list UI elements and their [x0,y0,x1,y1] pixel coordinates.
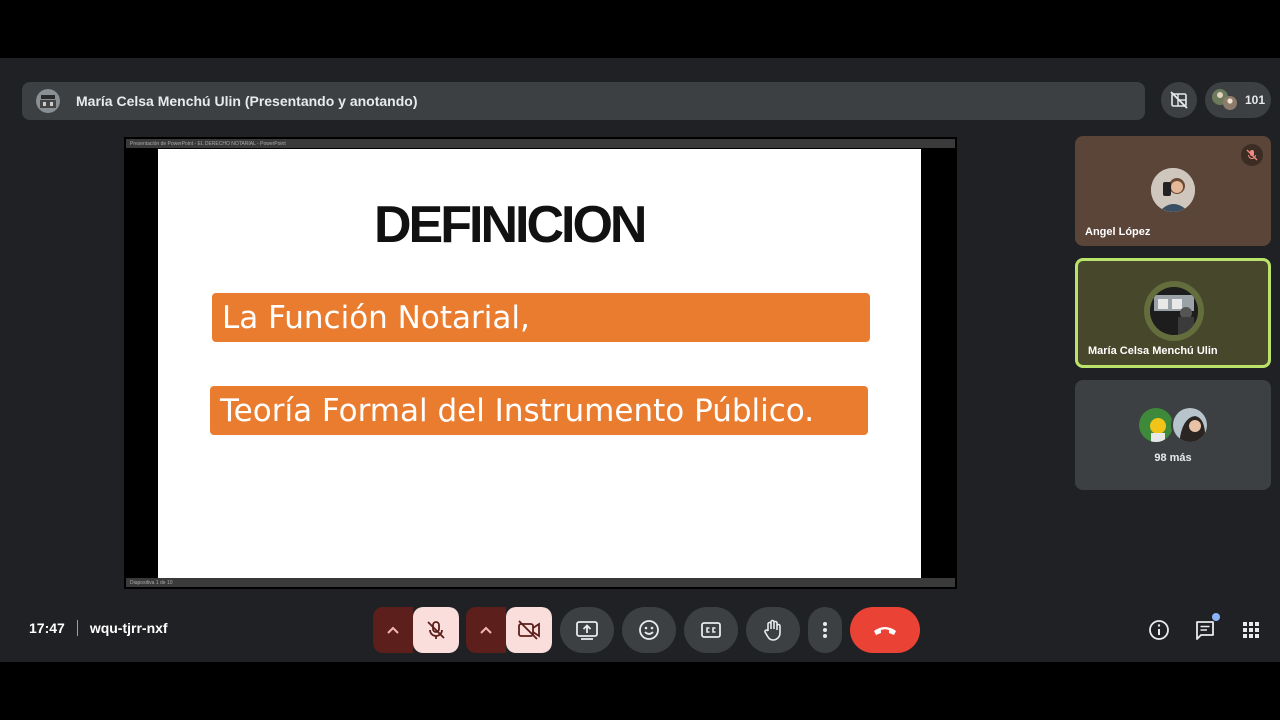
reactions-button[interactable] [622,607,676,653]
leave-call-button[interactable] [850,607,920,653]
slide-counter: Diapositiva 1 de 10 [130,579,173,586]
divider [76,620,78,636]
participant-count: 101 [1245,93,1266,107]
slide-item: La Función Notarial, [212,293,870,342]
meeting-info: 17:47 wqu-tjrr-nxf [29,620,168,636]
meeting-details-button[interactable] [1146,617,1172,643]
camera-toggle-button[interactable] [506,607,552,653]
mic-off-icon [427,621,445,639]
activities-button[interactable] [1238,617,1264,643]
meeting-code: wqu-tjrr-nxf [89,620,168,636]
more-participants-label: 98 más [1154,452,1192,464]
participant-avatar [1137,406,1175,444]
closed-captions-icon [701,622,721,638]
mic-control-group [373,607,459,653]
layout-off-icon [1170,91,1188,109]
emoji-icon [639,620,659,640]
slide-title: DEFINICION [374,196,647,254]
chevron-up-icon [480,626,492,634]
present-screen-button[interactable] [560,607,614,653]
video-options-button[interactable] [466,607,506,653]
more-participants-avatars [1137,406,1209,444]
raise-hand-button[interactable] [746,607,800,653]
participant-name: Angel López [1085,226,1151,238]
chat-notification-dot [1212,613,1220,621]
shared-window-statusbar: Diapositiva 1 de 10 [126,578,955,587]
chat-button[interactable] [1192,613,1220,643]
shared-window-title: Presentación de PowerPoint - EL DERECHO … [130,140,286,147]
call-end-icon [874,627,896,635]
meeting-stage: María Celsa Menchú Ulin (Presentando y a… [0,58,1280,662]
apps-grid-icon [1243,622,1259,638]
more-participants-tile[interactable]: 98 más [1075,380,1271,490]
raise-hand-icon [764,619,781,641]
participants-avatars-icon [1212,89,1237,110]
screen-share: Presentación de PowerPoint - EL DERECHO … [124,137,957,589]
participant-avatar [1171,406,1209,444]
layout-button[interactable] [1161,82,1197,118]
chat-icon [1196,621,1214,640]
participant-name: María Celsa Menchú Ulin [1088,345,1218,357]
chevron-up-icon [387,626,399,634]
present-screen-icon [576,621,598,640]
mic-toggle-button[interactable] [413,607,459,653]
info-icon [1149,620,1169,640]
participant-avatar [1150,287,1198,335]
participant-tile[interactable]: Angel López [1075,136,1271,246]
audio-options-button[interactable] [373,607,413,653]
participant-tile-active-speaker[interactable]: María Celsa Menchú Ulin [1075,258,1271,368]
presenter-banner: María Celsa Menchú Ulin (Presentando y a… [22,82,1145,120]
participant-avatar [1151,168,1195,212]
presenter-label: María Celsa Menchú Ulin (Presentando y a… [76,93,418,109]
meeting-time: 17:47 [29,620,65,636]
mic-off-icon [1241,144,1263,166]
camera-off-icon [518,620,540,640]
participants-button[interactable]: 101 [1205,82,1271,118]
slide-item: Teoría Formal del Instrumento Público. [210,386,868,435]
presentation-slide: DEFINICION La Función Notarial, Teoría F… [158,149,921,579]
presenter-avatar [36,89,60,113]
more-vert-icon [823,622,827,638]
more-options-button[interactable] [808,607,842,653]
shared-window-titlebar: Presentación de PowerPoint - EL DERECHO … [126,139,955,148]
captions-button[interactable] [684,607,738,653]
camera-control-group [466,607,552,653]
